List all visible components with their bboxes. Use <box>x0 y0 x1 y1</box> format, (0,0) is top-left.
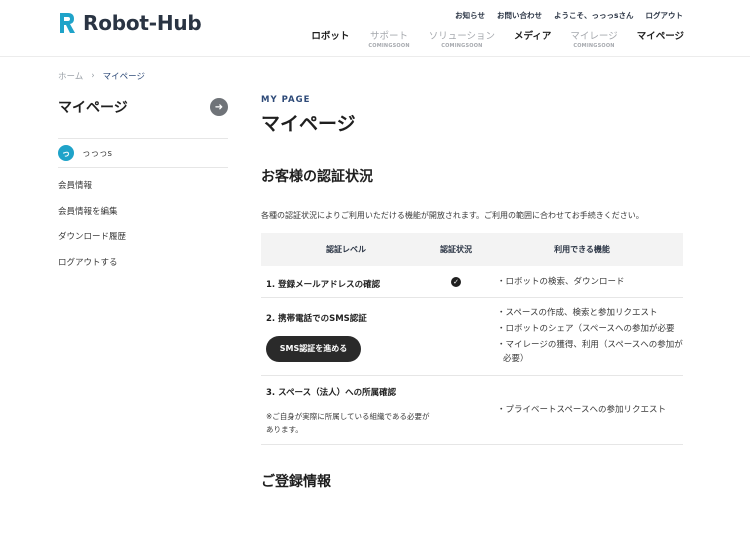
feature-item: ・スペースの作成、検索と参加リクエスト <box>497 308 658 318</box>
breadcrumb-separator-icon: › <box>91 71 95 81</box>
section-title-registration-info: ご登録情報 <box>261 474 331 490</box>
nav-item-mypage[interactable]: マイページ <box>637 28 684 42</box>
coming-soon-label: COMINGSOON <box>441 43 483 49</box>
sidebar-item-download-history[interactable]: ダウンロード履歴 <box>58 231 228 257</box>
main-nav: ロボット サポート COMINGSOON ソリューション COMINGSOON … <box>311 28 684 49</box>
breadcrumb-current: マイページ <box>102 72 145 82</box>
coming-soon-label: COMINGSOON <box>573 43 615 49</box>
sidebar-item-logout[interactable]: ログアウトする <box>58 257 228 283</box>
coming-soon-label: COMINGSOON <box>368 43 410 49</box>
nav-item-solution[interactable]: ソリューション COMINGSOON <box>429 28 495 49</box>
level-note: ※ご自身が実際に所属している組織である必要があります。 <box>266 412 430 434</box>
nav-item-robot[interactable]: ロボット <box>311 28 349 42</box>
table-header: 認証レベル 認証状況 利用できる機能 <box>261 233 683 266</box>
auth-status-table: 認証レベル 認証状況 利用できる機能 1. 登録メールアドレスの確認 ✓ ・ロボ… <box>261 233 683 445</box>
table-row: 3. スペース（法人）への所属確認 ※ご自身が実際に所属している組織である必要が… <box>261 376 683 445</box>
welcome-text: ようこそ、っっっsさん <box>554 11 634 20</box>
user-name: っっっs <box>82 149 112 159</box>
avatar: っ <box>58 145 74 161</box>
feature-item: ・プライベートスペースへの参加リクエスト <box>497 405 666 415</box>
sidebar-item-edit-member-info[interactable]: 会員情報を編集 <box>58 206 228 232</box>
section-title-auth-status: お客様の認証状況 <box>261 169 373 185</box>
robot-hub-logo[interactable]: Robot-Hub <box>58 11 202 35</box>
table-row: 2. 携帯電話でのSMS認証 SMS認証を進める ・スペースの作成、検索と参加リ… <box>261 298 683 376</box>
nav-item-mileage[interactable]: マイレージ COMINGSOON <box>570 28 617 49</box>
sidebar-header: マイページ ➜ <box>58 96 228 118</box>
column-header-level: 認証レベル <box>326 245 366 254</box>
table-row: 1. 登録メールアドレスの確認 ✓ ・ロボットの検索、ダウンロード <box>261 266 683 298</box>
check-icon: ✓ <box>451 276 461 287</box>
nav-item-media[interactable]: メディア <box>514 28 551 42</box>
robot-hub-logo-icon <box>60 13 75 33</box>
feature-item: ・ロボットの検索、ダウンロード <box>497 276 625 287</box>
level-name: 2. 携帯電話でのSMS認証 <box>266 314 367 324</box>
level-name: 3. スペース（法人）への所属確認 <box>266 388 397 398</box>
breadcrumb: ホーム › マイページ <box>58 70 145 82</box>
column-header-status: 認証状況 <box>440 245 472 254</box>
page-eyebrow: MY PAGE <box>261 95 311 105</box>
main-content: MY PAGE マイページ お客様の認証状況 各種の認証状況によりご利用いただけ… <box>261 95 683 491</box>
feature-item: ・マイレージの獲得、利用（スペースへの参加が必要） <box>497 340 683 364</box>
sidebar-menu: 会員情報 会員情報を編集 ダウンロード履歴 ログアウトする <box>58 180 228 282</box>
sms-verify-button[interactable]: SMS認証を進める <box>266 336 361 362</box>
logo-text: Robot-Hub <box>83 11 202 35</box>
logout-link[interactable]: ログアウト <box>646 10 684 21</box>
nav-item-support[interactable]: サポート COMINGSOON <box>368 28 409 49</box>
divider <box>58 167 228 168</box>
auth-description: 各種の認証状況によりご利用いただける機能が開放されます。ご利用の範囲に合わせてお… <box>261 211 644 220</box>
utility-links: お知らせ お問い合わせ ようこそ、っっっsさん ログアウト <box>455 10 683 21</box>
level-name: 1. 登録メールアドレスの確認 <box>266 280 381 290</box>
contact-link[interactable]: お問い合わせ <box>497 10 542 21</box>
column-header-features: 利用できる機能 <box>554 245 610 254</box>
site-header: Robot-Hub お知らせ お問い合わせ ようこそ、っっっsさん ログアウト … <box>0 0 750 57</box>
arrow-right-icon[interactable]: ➜ <box>210 98 228 116</box>
sidebar: マイページ ➜ っ っっっs 会員情報 会員情報を編集 ダウンロード履歴 ログア… <box>58 96 228 282</box>
sidebar-title: マイページ <box>58 100 128 116</box>
sidebar-item-member-info[interactable]: 会員情報 <box>58 180 228 206</box>
user-info: っ っっっs <box>58 139 228 167</box>
breadcrumb-home[interactable]: ホーム <box>58 70 83 82</box>
page-title: マイページ <box>261 113 356 135</box>
feature-item: ・ロボットのシェア（スペースへの参加が必要 <box>497 324 675 334</box>
news-link[interactable]: お知らせ <box>455 10 485 21</box>
